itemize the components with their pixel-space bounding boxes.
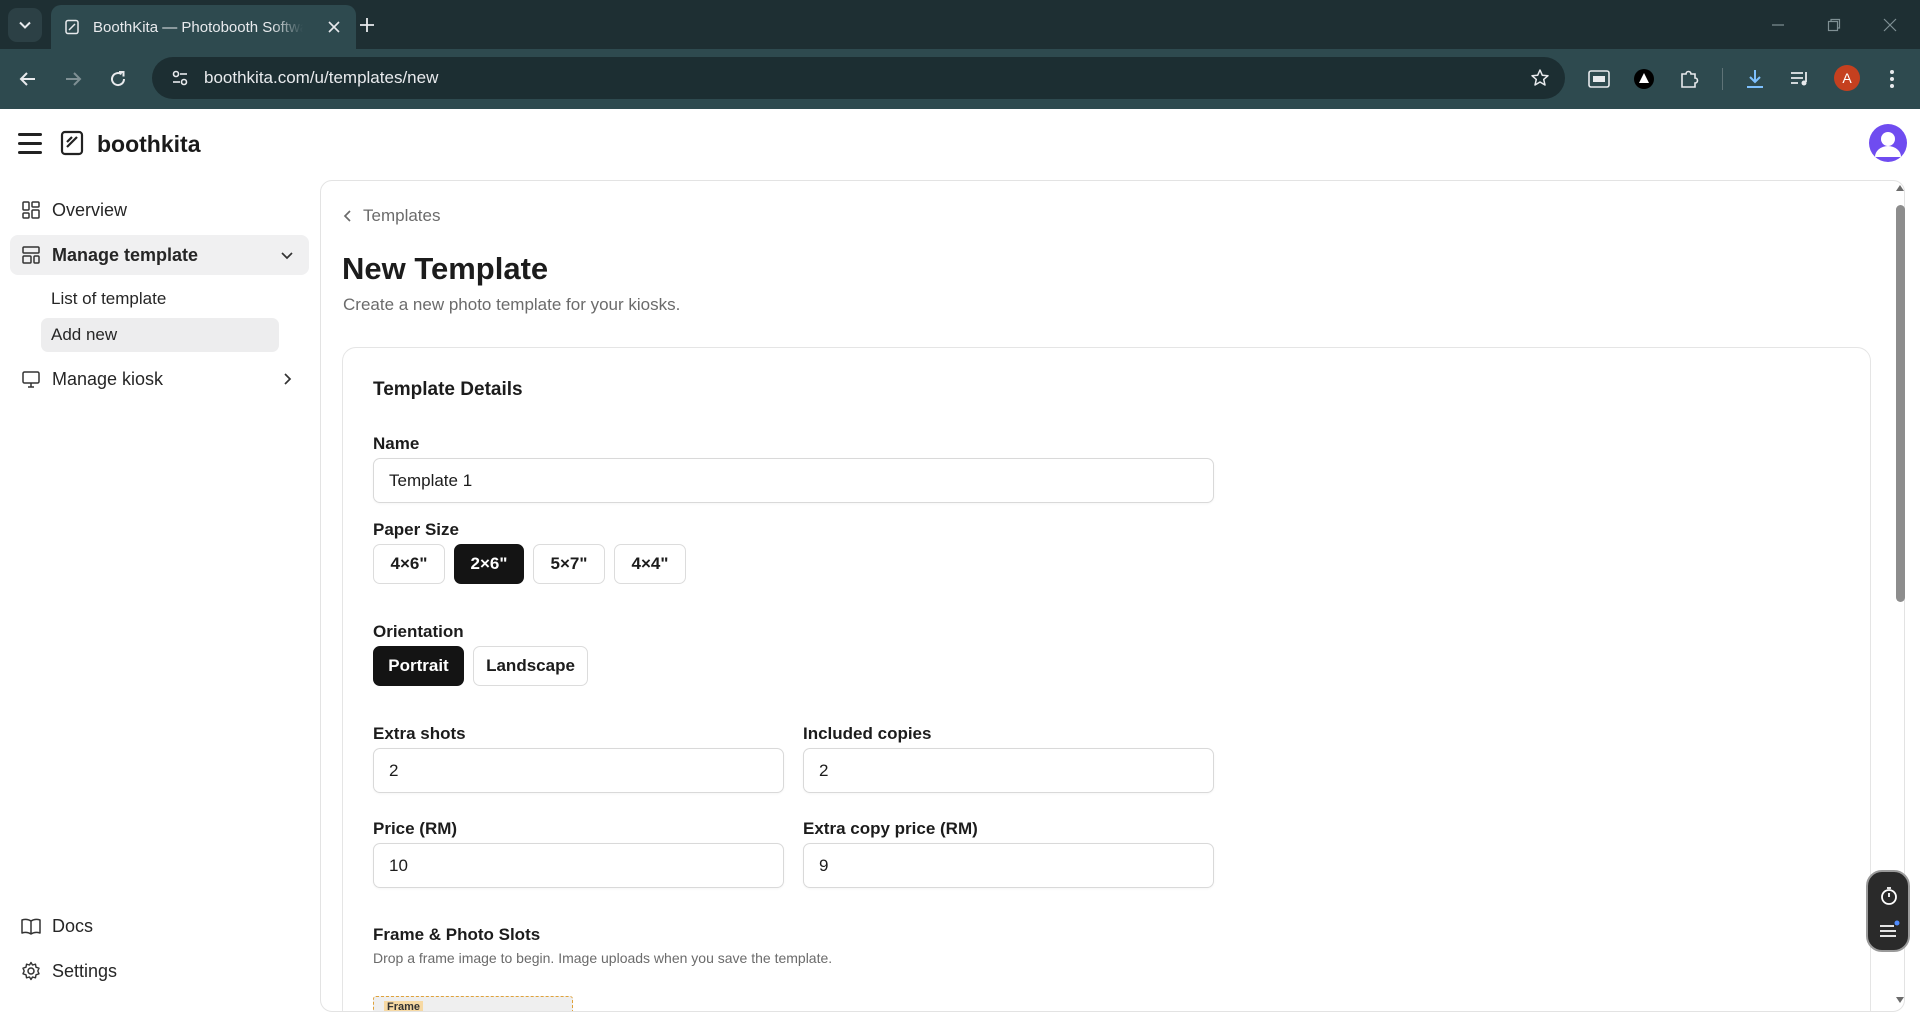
browser-profile-avatar[interactable]: A <box>1834 65 1860 91</box>
paper-size-option-5x7[interactable]: 5×7" <box>533 544 605 584</box>
sidebar-item-label: Overview <box>52 199 128 220</box>
cast-icon[interactable] <box>1584 64 1614 94</box>
sidebar-item-overview[interactable]: Overview <box>10 190 309 230</box>
sidebar-item-label: Manage template <box>52 244 199 265</box>
sidebar-subitem-list-of-template[interactable]: List of template <box>41 282 279 316</box>
orientation-option-landscape[interactable]: Landscape <box>473 646 588 686</box>
extra-copy-price-label: Extra copy price (RM) <box>803 819 978 838</box>
toolbar-divider <box>1722 68 1723 90</box>
reload-button[interactable] <box>101 62 135 96</box>
download-icon[interactable] <box>1740 64 1770 94</box>
page-subtitle: Create a new photo template for your kio… <box>343 295 681 314</box>
sidebar: Overview Manage template List of templat… <box>0 179 318 1020</box>
included-copies-input[interactable] <box>803 748 1214 793</box>
site-info-icon[interactable] <box>160 58 200 98</box>
scroll-down-arrow-icon[interactable] <box>1895 995 1905 1005</box>
included-copies-label: Included copies <box>803 724 932 743</box>
paper-size-label: Paper Size <box>373 520 459 539</box>
floating-tool-widget <box>1866 870 1910 952</box>
close-window-button[interactable] <box>1862 0 1918 49</box>
extra-copy-price-input[interactable] <box>803 843 1214 888</box>
list-menu-icon[interactable] <box>1877 918 1901 942</box>
extension-triangle-icon[interactable] <box>1629 64 1659 94</box>
breadcrumb-templates-link[interactable]: Templates <box>343 206 440 226</box>
back-button[interactable] <box>11 62 45 96</box>
browser-toolbar: boothkita.com/u/templates/new A <box>0 49 1920 109</box>
bookmark-star-icon[interactable] <box>1527 65 1553 91</box>
chevron-down-icon <box>19 21 31 29</box>
restore-icon <box>1827 18 1841 31</box>
page-title: New Template <box>342 251 549 286</box>
frame-slots-label: Frame & Photo Slots <box>373 925 541 944</box>
frame-help-text: Drop a frame image to begin. Image uploa… <box>373 950 833 966</box>
restore-button[interactable] <box>1806 0 1862 49</box>
paper-size-option-4x6[interactable]: 4×6" <box>373 544 445 584</box>
section-title: Template Details <box>373 379 523 400</box>
tab-close-icon[interactable] <box>324 17 344 37</box>
book-open-icon <box>20 915 42 937</box>
layout-template-icon <box>20 244 42 266</box>
frame-dropzone[interactable]: Frame <box>373 996 573 1011</box>
monitor-icon <box>20 368 42 390</box>
forward-button[interactable] <box>56 62 90 96</box>
sidebar-subitem-add-new[interactable]: Add new <box>41 318 279 352</box>
breadcrumb-label: Templates <box>363 206 441 225</box>
stopwatch-icon[interactable] <box>1877 884 1901 908</box>
chevron-right-icon <box>277 369 297 389</box>
frame-thumb-label: Frame <box>384 1001 424 1011</box>
browser-menu-icon[interactable] <box>1877 64 1907 94</box>
paper-size-option-4x4[interactable]: 4×4" <box>614 544 686 584</box>
arrow-right-icon <box>66 72 82 86</box>
main-panel: Templates New Template Create a new phot… <box>320 180 1905 1012</box>
extensions-puzzle-icon[interactable] <box>1674 64 1704 94</box>
close-icon <box>1883 18 1897 31</box>
scroll-up-arrow-icon[interactable] <box>1895 183 1905 193</box>
price-input[interactable] <box>373 843 784 888</box>
new-tab-button[interactable] <box>354 12 380 38</box>
sidebar-item-settings[interactable]: Settings <box>10 951 309 991</box>
extra-shots-input[interactable] <box>373 748 784 793</box>
name-input[interactable] <box>373 458 1214 503</box>
boothkita-logo-icon <box>60 130 84 156</box>
tab-title: BoothKita — Photobooth Software <box>93 18 303 36</box>
orientation-label: Orientation <box>373 622 464 641</box>
address-bar[interactable]: boothkita.com/u/templates/new <box>152 57 1565 99</box>
scrollbar-thumb[interactable] <box>1896 205 1905 602</box>
chevron-down-icon <box>277 245 297 265</box>
url-text: boothkita.com/u/templates/new <box>204 68 439 87</box>
app-header: boothkita <box>0 109 1920 179</box>
gear-icon <box>20 960 42 982</box>
user-avatar[interactable] <box>1869 124 1907 162</box>
tab-search-button[interactable] <box>8 8 42 42</box>
sidebar-item-label: Settings <box>52 960 118 981</box>
sidebar-item-manage-template[interactable]: Manage template <box>10 235 309 275</box>
plus-icon <box>360 18 374 32</box>
sidebar-item-docs[interactable]: Docs <box>10 906 309 946</box>
browser-tab[interactable]: BoothKita — Photobooth Software <box>51 5 356 49</box>
minimize-button[interactable] <box>1750 0 1806 49</box>
template-details-card: Template Details Name Paper Size 4×6" 2×… <box>342 347 1871 1011</box>
sidebar-item-label: Docs <box>52 915 94 936</box>
chevron-left-icon <box>343 210 351 222</box>
media-playlist-icon[interactable] <box>1785 64 1815 94</box>
brand-name: boothkita <box>97 131 201 157</box>
sidebar-item-label: Manage kiosk <box>52 368 164 389</box>
hamburger-menu-icon[interactable] <box>18 133 42 155</box>
extra-shots-label: Extra shots <box>373 724 466 743</box>
name-label: Name <box>373 434 420 453</box>
dashboard-grid-icon <box>20 199 42 221</box>
arrow-left-icon <box>19 72 35 86</box>
price-label: Price (RM) <box>373 819 458 838</box>
tab-favicon-icon <box>63 18 81 36</box>
browser-tab-bar: BoothKita — Photobooth Software <box>0 0 1920 49</box>
paper-size-option-2x6[interactable]: 2×6" <box>454 544 524 584</box>
user-icon <box>1875 132 1901 157</box>
reload-icon <box>111 71 126 87</box>
minimize-icon <box>1772 23 1784 26</box>
sidebar-item-manage-kiosk[interactable]: Manage kiosk <box>10 359 309 399</box>
orientation-option-portrait[interactable]: Portrait <box>373 646 464 686</box>
